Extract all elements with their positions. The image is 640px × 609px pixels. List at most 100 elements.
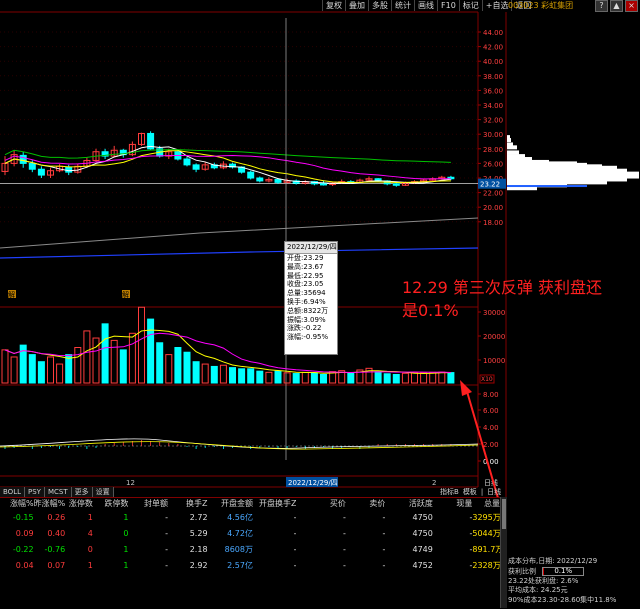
table-cell: 0.26 xyxy=(47,513,66,522)
volume-bar xyxy=(219,364,227,384)
annotation-text: 12.29 第三次反弹 获利盘还 是0.1% xyxy=(402,276,602,322)
volume-bar xyxy=(420,372,428,384)
volume-bar xyxy=(374,371,382,384)
scroll-thumb[interactable] xyxy=(502,499,506,529)
macd-tick-label: 6.00 xyxy=(483,407,499,415)
tab-template[interactable]: 模板 xyxy=(461,487,479,497)
volume-bar xyxy=(274,370,282,384)
candle-body xyxy=(19,154,27,164)
volume-bar xyxy=(147,318,155,384)
volume-bar xyxy=(438,371,446,384)
tooltip-label: 总额 xyxy=(287,306,301,315)
price-tick-label: 32.00 xyxy=(483,117,503,125)
crosshair-date-label: 2022/12/29/四 xyxy=(288,479,338,487)
tab-daily[interactable]: 日线 xyxy=(485,487,503,497)
index-template-tabs: 指标B 模板 | 日线 xyxy=(438,487,503,497)
toolbar-overlay-button[interactable]: 叠加 xyxy=(345,0,368,11)
volume-bar xyxy=(174,347,182,384)
col-header[interactable]: 买价 xyxy=(296,498,346,510)
volume-bar xyxy=(429,371,437,384)
tooltip-label: 最高 xyxy=(287,262,301,271)
annotation-line-2: 是0.1% xyxy=(402,301,459,320)
tooltip-row: 涨幅:-0.95% xyxy=(285,333,337,342)
col-header[interactable]: 卖价 xyxy=(346,498,385,510)
volume-bar xyxy=(411,372,418,384)
col-header[interactable]: 涨幅% xyxy=(0,498,34,510)
table-cell: 891.7万 xyxy=(472,545,501,554)
toolbar-multi-stock-button[interactable]: 多股 xyxy=(368,0,391,11)
candle-body xyxy=(274,178,282,183)
col-header[interactable]: 昨涨幅% xyxy=(34,498,66,510)
tab-mcst[interactable]: MCST xyxy=(44,487,72,497)
table-cell: 2.92 xyxy=(189,561,208,570)
table-cell: - xyxy=(382,561,386,570)
profit-ratio-label: 获利比例 xyxy=(508,567,536,576)
tab-settings[interactable]: 设置 xyxy=(92,487,114,497)
col-header[interactable]: 现量 xyxy=(433,498,472,510)
volume-bar xyxy=(238,368,246,384)
tab-boll[interactable]: BOLL xyxy=(0,487,25,497)
table-scrollbar[interactable] xyxy=(500,497,507,608)
col-header[interactable]: 总量 xyxy=(472,498,500,510)
side-tab-label: 日线 xyxy=(484,478,498,487)
col-header[interactable]: 封单额 xyxy=(128,498,168,510)
volume-bar xyxy=(47,356,54,384)
volume-bar xyxy=(265,371,273,384)
table-row[interactable]: 0.09 0.40 4 0-5.29 4.72亿 - - -4750-5044万 xyxy=(0,526,500,542)
tooltip-value: 23.29 xyxy=(303,254,324,262)
col-header[interactable]: 换手Z xyxy=(168,498,207,510)
close-button[interactable]: × xyxy=(625,0,638,12)
table-row[interactable]: 0.04 0.07 1 1-2.92 2.57亿 - - -4752-2328万 xyxy=(0,558,500,574)
help-button[interactable]: ? xyxy=(595,0,608,12)
cost-date-line: 成本分布,日期: 2022/12/29 xyxy=(508,557,598,565)
toolbar-mark-button[interactable]: 标记 xyxy=(458,0,482,11)
tooltip-value: 8322万 xyxy=(303,306,329,315)
tab-index-b[interactable]: 指标B xyxy=(438,487,461,497)
tooltip-label: 换手 xyxy=(287,297,301,306)
toolbar-restore-rights-button[interactable]: 复权 xyxy=(322,0,345,11)
table-cell: - xyxy=(293,529,297,538)
toolbar-f10-button[interactable]: F10 xyxy=(437,0,459,11)
tab-more[interactable]: 更多 xyxy=(71,487,93,497)
annotation-line-1: 12.29 第三次反弹 获利盘还 xyxy=(402,278,602,297)
tooltip-value: 35694 xyxy=(303,289,326,298)
table-cell: 2.72 xyxy=(189,513,208,522)
candle-body xyxy=(28,162,36,170)
table-cell: 5.29 xyxy=(189,529,208,538)
tooltip-label: 总量 xyxy=(287,289,301,298)
col-header[interactable]: 活跃度 xyxy=(385,498,433,510)
table-cell: 1 xyxy=(87,513,93,522)
volume-bar xyxy=(28,354,36,384)
tooltip-row: 涨跌:-0.22 xyxy=(285,324,337,333)
tooltip-row: 总量:35694 xyxy=(285,289,337,298)
tab-psy[interactable]: PSY xyxy=(25,487,45,497)
cost-concentration-line: 90%成本23.30-28.60集中11.8% xyxy=(508,595,617,604)
cost-histogram-bar xyxy=(507,135,510,140)
table-row[interactable]: -0.22 -0.76 0 1-2.18 8608万 - - -4749-891.7万 xyxy=(0,542,500,558)
table-cell: 1 xyxy=(123,561,129,570)
col-header[interactable]: 开盘换手Z xyxy=(253,498,296,510)
volume-bar xyxy=(301,371,309,384)
table-cell: 1 xyxy=(87,561,93,570)
cost-histogram-bar xyxy=(507,164,602,169)
volume-bar xyxy=(156,342,164,384)
volume-bar xyxy=(256,370,264,384)
collapse-button[interactable]: ▲ xyxy=(610,0,623,12)
volume-bar xyxy=(1,349,9,384)
profit-ratio-value: 0.1% xyxy=(554,566,573,575)
col-header[interactable]: 涨停数 xyxy=(65,498,93,510)
table-cell: 4.56亿 xyxy=(227,513,253,522)
volume-bar xyxy=(201,363,209,384)
tooltip-row: 收盘:23.05 xyxy=(285,280,337,289)
cost-histogram-bar xyxy=(507,150,519,155)
volume-tick-label: 20000 xyxy=(483,333,505,341)
table-cell: 0 xyxy=(87,545,93,554)
stock-title: 003023 彩虹集团 xyxy=(508,1,574,10)
col-header[interactable]: 开盘金额 xyxy=(208,498,253,510)
table-cell: - xyxy=(342,529,346,538)
toolbar-draw-line-button[interactable]: 画线 xyxy=(414,0,437,11)
toolbar-stats-button[interactable]: 统计 xyxy=(391,0,414,11)
col-header[interactable]: 跌停数 xyxy=(93,498,128,510)
table-row[interactable]: -0.15 0.26 1 1-2.72 4.56亿 - - -4750-3295万 xyxy=(0,510,500,526)
volume-bar xyxy=(283,372,291,384)
